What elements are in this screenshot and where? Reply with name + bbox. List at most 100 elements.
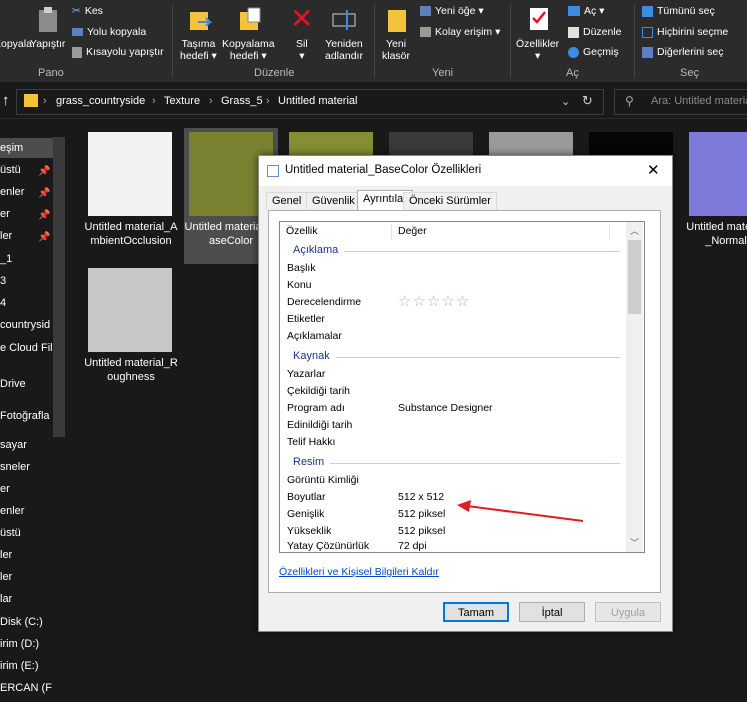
breadcrumb-item[interactable]: grass_countryside <box>56 95 145 107</box>
nav-item[interactable]: Disk (C:) <box>0 616 43 628</box>
tab-general[interactable]: Genel <box>266 192 308 210</box>
breadcrumb-item[interactable]: Texture <box>164 95 200 107</box>
property-comments[interactable]: Açıklamalar <box>287 330 342 342</box>
nav-item[interactable]: enler <box>0 505 24 517</box>
nav-item[interactable]: sneler <box>0 461 30 473</box>
nav-item[interactable]: sayar <box>0 439 27 451</box>
new-item-icon <box>420 6 431 16</box>
open-button[interactable]: Aç ▾ <box>568 5 604 17</box>
property-height[interactable]: Yükseklik <box>287 525 331 537</box>
address-bar[interactable]: › grass_countryside › Texture › Grass_5 … <box>16 89 604 115</box>
select-all-label: Tümünü seç <box>657 5 715 17</box>
search-box[interactable]: ⚲ Ara: Untitled material <box>614 89 747 115</box>
select-none-button[interactable]: Hiçbirini seçme <box>642 26 728 38</box>
rename-button[interactable]: Yeniden adlandır <box>325 38 363 62</box>
select-all-button[interactable]: Tümünü seç <box>642 5 715 17</box>
easy-access-label: Kolay erişim ▾ <box>435 26 501 38</box>
edit-icon <box>568 26 579 38</box>
close-icon[interactable]: ✕ <box>647 161 660 179</box>
paste-button[interactable]: Yapıştır <box>30 38 65 50</box>
nav-item[interactable]: ler <box>0 571 12 583</box>
nav-item[interactable]: er <box>0 208 10 220</box>
new-item-button[interactable]: Yeni öğe ▾ <box>420 5 484 17</box>
move-to-button[interactable]: Taşıma hedefi ▾ <box>180 38 217 62</box>
history-button[interactable]: Geçmiş <box>568 46 619 58</box>
properties-button[interactable]: Özellikler ▾ <box>516 38 559 62</box>
property-program-name[interactable]: Program adı <box>287 402 345 414</box>
nav-item[interactable]: irim (E:) <box>0 660 39 672</box>
nav-item[interactable]: Drive <box>0 378 26 390</box>
value-height: 512 piksel <box>398 525 446 537</box>
nav-item[interactable]: üstü <box>0 527 21 539</box>
nav-item[interactable]: er <box>0 483 10 495</box>
scrollbar-thumb[interactable] <box>628 240 641 314</box>
delete-icon: ✕ <box>290 3 314 34</box>
column-header-property[interactable]: Özellik <box>286 225 318 237</box>
nav-item[interactable]: irim (D:) <box>0 638 39 650</box>
chevron-down-icon[interactable]: ⌄ <box>561 95 570 108</box>
nav-item[interactable]: 4 <box>0 297 6 309</box>
copy-path-button[interactable]: Yolu kopyala <box>72 26 146 38</box>
property-dimensions[interactable]: Boyutlar <box>287 491 326 503</box>
delete-button[interactable]: Sil ▾ <box>296 38 308 62</box>
tab-security[interactable]: Güvenlik <box>306 192 361 210</box>
nav-item[interactable]: 3 <box>0 275 6 287</box>
property-date-taken[interactable]: Çekildiği tarih <box>287 385 350 397</box>
nav-item[interactable]: ler <box>0 549 12 561</box>
property-authors[interactable]: Yazarlar <box>287 368 325 380</box>
nav-item[interactable]: ler <box>0 230 12 242</box>
apply-button[interactable]: Uygula <box>595 602 661 622</box>
nav-item[interactable]: e Cloud Fil <box>0 342 53 354</box>
new-folder-icon <box>388 10 406 32</box>
nav-scrollbar[interactable] <box>53 137 65 437</box>
property-horizontal-resolution[interactable]: Yatay Çözünürlük <box>287 540 369 552</box>
edit-button[interactable]: Düzenle <box>568 26 622 38</box>
cancel-button[interactable]: İptal <box>519 602 585 622</box>
paste-icon[interactable] <box>36 6 60 34</box>
up-arrow-icon[interactable]: ↑ <box>2 92 10 109</box>
remove-properties-link[interactable]: Özellikleri ve Kişisel Bilgileri Kaldır <box>279 566 439 578</box>
nav-item[interactable]: _1 <box>0 253 12 265</box>
nav-item[interactable]: lar <box>0 593 12 605</box>
nav-item[interactable]: üstü <box>0 164 21 176</box>
file-item[interactable]: Untitled material_Roughness <box>84 266 178 402</box>
nav-item[interactable]: Fotoğrafla <box>0 410 50 422</box>
property-copyright[interactable]: Telif Hakkı <box>287 436 335 448</box>
property-rating[interactable]: Derecelendirme <box>287 296 361 308</box>
group-label-new: Yeni <box>432 67 454 79</box>
breadcrumb-item[interactable]: Untitled material <box>278 95 357 107</box>
nav-item[interactable]: enler <box>0 186 24 198</box>
new-folder-button[interactable]: Yeni klasör <box>382 38 410 62</box>
chevron-up-icon[interactable]: ︿ <box>630 224 639 237</box>
breadcrumb-item[interactable]: Grass_5 <box>221 95 263 107</box>
nav-item[interactable]: ERCAN (F <box>0 682 52 694</box>
column-divider <box>391 224 392 240</box>
value-dimensions: 512 x 512 <box>398 491 445 503</box>
copy-to-button[interactable]: Kopyalama hedefi ▾ <box>222 38 275 62</box>
copy-path-label: Yolu kopyala <box>87 26 147 38</box>
refresh-icon[interactable]: ↻ <box>582 93 593 109</box>
ok-button[interactable]: Tamam <box>443 602 509 622</box>
copy-button[interactable]: Kopyala <box>0 38 32 50</box>
property-subject[interactable]: Konu <box>287 279 312 291</box>
rating-stars[interactable]: ☆☆☆☆☆ <box>398 292 470 310</box>
column-header-value[interactable]: Değer <box>398 225 427 237</box>
property-width[interactable]: Genişlik <box>287 508 324 520</box>
tab-previous-versions[interactable]: Önceki Sürümler <box>403 192 497 210</box>
list-scrollbar[interactable]: ︿ ﹀ <box>626 222 643 552</box>
property-tags[interactable]: Etiketler <box>287 313 325 325</box>
invert-selection-button[interactable]: Diğerlerini seç <box>642 46 724 58</box>
property-title[interactable]: Başlık <box>287 262 316 274</box>
easy-access-button[interactable]: Kolay erişim ▾ <box>420 26 500 38</box>
chevron-down-icon[interactable]: ﹀ <box>630 536 639 549</box>
search-input[interactable]: Ara: Untitled material <box>651 95 747 107</box>
cut-button[interactable]: ✂ Kes <box>72 5 103 17</box>
file-item[interactable]: Untitled material_AmbientOcclusion <box>84 128 178 264</box>
paste-shortcut-button[interactable]: Kısayolu yapıştır <box>72 46 164 58</box>
file-item[interactable]: Untitled material_Normal <box>684 128 747 264</box>
property-date-acquired[interactable]: Edinildiği tarih <box>287 419 352 431</box>
edit-label: Düzenle <box>583 26 622 38</box>
nav-item[interactable]: countrysid <box>0 319 50 331</box>
property-image-id[interactable]: Görüntü Kimliği <box>287 474 359 486</box>
nav-item[interactable]: eşim <box>0 142 23 154</box>
